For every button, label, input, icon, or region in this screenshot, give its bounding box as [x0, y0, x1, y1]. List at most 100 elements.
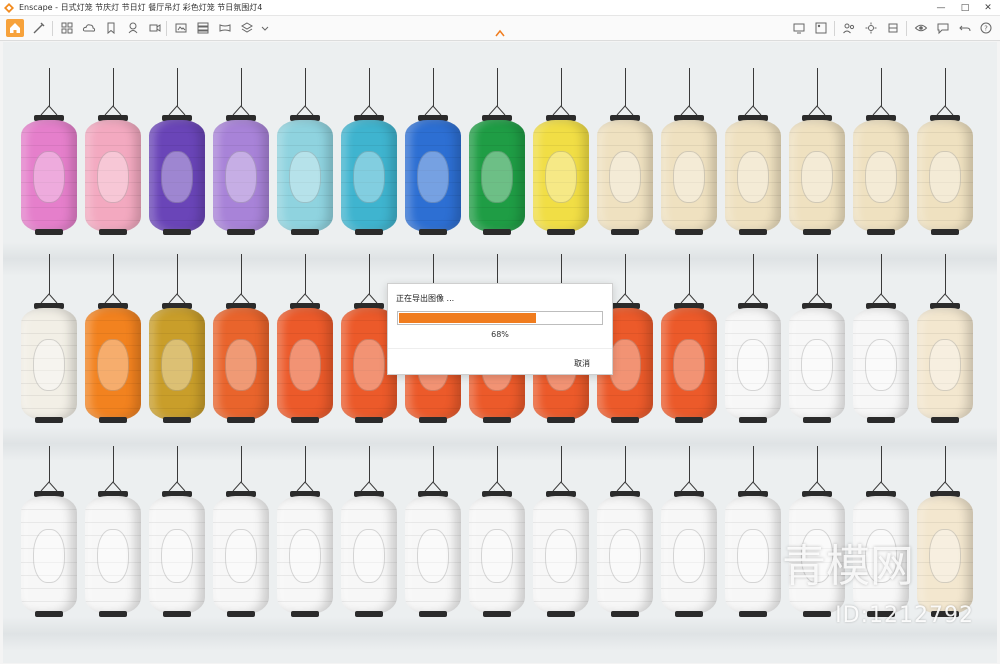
lantern-hanger-icon — [488, 481, 506, 491]
lantern-rib — [469, 522, 525, 524]
export-progress-dialog: 正在导出图像 ... 68% 取消 — [387, 283, 613, 375]
lantern-rib — [405, 522, 461, 524]
settings-button[interactable] — [862, 19, 880, 37]
enscape-window: Enscape - 日式灯笼 节庆灯 节日灯 餐厅吊灯 彩色灯笼 节日氛围灯4 … — [0, 0, 1000, 664]
lantern-rib — [533, 600, 589, 602]
dropdown-button[interactable] — [256, 19, 274, 37]
lantern-rib — [341, 509, 397, 511]
help-button[interactable]: ? — [977, 19, 995, 37]
lantern-motif — [97, 529, 129, 584]
lantern-rib — [85, 509, 141, 511]
lantern-wire — [881, 446, 882, 482]
toolbar-separator — [834, 21, 835, 36]
layers-button[interactable] — [238, 19, 256, 37]
lantern-rib — [917, 509, 973, 511]
lantern — [149, 42, 205, 663]
panorama-button[interactable] — [216, 19, 234, 37]
image-settings-button[interactable] — [812, 19, 830, 37]
lantern-rib — [277, 522, 333, 524]
lantern-rib — [149, 600, 205, 602]
collapse-toolbar-chevron-icon[interactable] — [495, 29, 505, 37]
asset-icon — [128, 22, 138, 34]
lantern-bottom-cap — [611, 611, 639, 617]
batch-icon — [197, 22, 209, 34]
minimize-button[interactable]: — — [929, 0, 953, 16]
layers-icon — [241, 22, 253, 33]
lantern-hanger-icon — [232, 481, 250, 491]
video-editor-button[interactable] — [146, 19, 164, 37]
lantern-rib — [533, 587, 589, 589]
lantern-body — [469, 496, 525, 614]
lantern-rib — [21, 522, 77, 524]
lantern-hanger-icon — [296, 481, 314, 491]
lantern-rib — [149, 522, 205, 524]
objects-icon — [888, 23, 898, 33]
bookmark-icon — [107, 22, 115, 35]
lantern-hanger-icon — [360, 481, 378, 491]
maximize-button[interactable]: □ — [953, 0, 977, 16]
lantern-wire — [177, 446, 178, 482]
lantern — [85, 42, 141, 663]
progress-fill — [399, 313, 536, 323]
lantern-motif — [929, 529, 961, 584]
lantern-rib — [661, 522, 717, 524]
settings-icon — [865, 22, 877, 34]
lantern-rib — [917, 587, 973, 589]
lantern-rib — [725, 522, 781, 524]
lantern-rib — [213, 522, 269, 524]
asset-library-button[interactable] — [124, 19, 142, 37]
grid-button[interactable] — [58, 19, 76, 37]
lantern-wire — [241, 446, 242, 482]
lantern-bottom-cap — [483, 611, 511, 617]
lantern-hanger-icon — [744, 481, 762, 491]
undo-icon — [959, 25, 971, 32]
title-bar: Enscape - 日式灯笼 节庆灯 节日灯 餐厅吊灯 彩色灯笼 节日氛围灯4 … — [0, 0, 1000, 16]
export-icon — [175, 23, 187, 33]
export-image-button[interactable] — [172, 19, 190, 37]
objects-button[interactable] — [884, 19, 902, 37]
lantern-body — [597, 496, 653, 614]
toolbar-separator — [906, 21, 907, 36]
lantern-rib — [405, 587, 461, 589]
lantern-hanger-icon — [872, 481, 890, 491]
lantern-hanger-icon — [808, 481, 826, 491]
grid-icon — [61, 22, 73, 34]
visibility-button[interactable] — [912, 19, 930, 37]
lantern — [277, 42, 333, 663]
lantern-rib — [661, 587, 717, 589]
home-button[interactable] — [6, 19, 24, 37]
lantern-hanger-icon — [552, 481, 570, 491]
lantern-rib — [533, 522, 589, 524]
cancel-button[interactable]: 取消 — [574, 358, 590, 369]
lantern — [661, 42, 717, 663]
lantern-rib — [85, 600, 141, 602]
undo-button[interactable] — [956, 19, 974, 37]
feedback-button[interactable] — [934, 19, 952, 37]
lantern-rib — [341, 587, 397, 589]
close-button[interactable]: ✕ — [976, 0, 1000, 16]
lantern-rib — [597, 522, 653, 524]
lantern-motif — [737, 529, 769, 584]
lantern-rib — [149, 509, 205, 511]
lantern — [21, 42, 77, 663]
lantern-wire — [497, 446, 498, 482]
cloud-button[interactable] — [80, 19, 98, 37]
lantern-rib — [213, 587, 269, 589]
collaborate-button[interactable] — [840, 19, 858, 37]
display-button[interactable] — [790, 19, 808, 37]
tools-button[interactable] — [30, 19, 48, 37]
lantern-bottom-cap — [803, 611, 831, 617]
lantern-rib — [853, 522, 909, 524]
lantern-rib — [213, 509, 269, 511]
lantern-motif — [417, 529, 449, 584]
bookmark-button[interactable] — [102, 19, 120, 37]
lantern-rib — [597, 600, 653, 602]
lantern-hanger-icon — [680, 481, 698, 491]
lantern — [917, 42, 973, 663]
batch-render-button[interactable] — [194, 19, 212, 37]
lantern-rib — [21, 600, 77, 602]
lantern-body — [85, 496, 141, 614]
lantern-rib — [661, 600, 717, 602]
lantern-motif — [289, 529, 321, 584]
lantern-body — [405, 496, 461, 614]
